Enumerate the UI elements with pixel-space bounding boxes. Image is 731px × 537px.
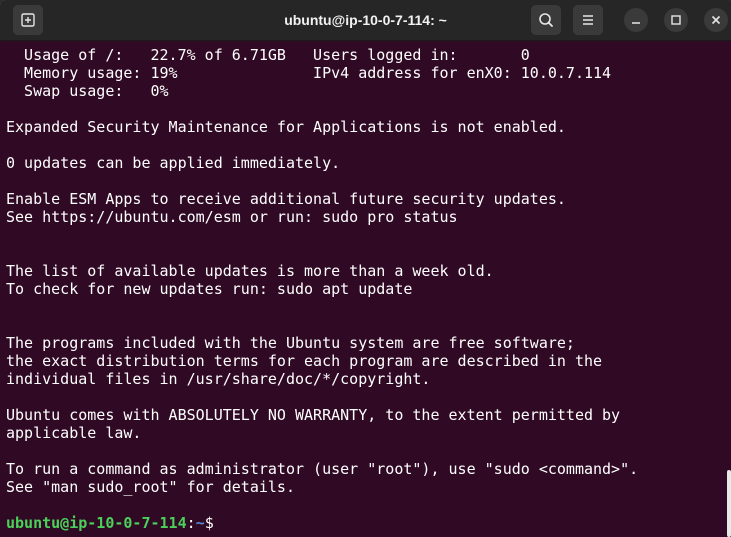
prompt-separator: : (186, 514, 196, 532)
terminal-window: ubuntu@ip-10-0-7-114: ~ Usage of /: 22.7… (0, 0, 731, 537)
terminal-line: To run a command as administrator (user … (6, 460, 639, 478)
prompt-user-host: ubuntu@ip-10-0-7-114 (6, 514, 187, 532)
close-icon (711, 15, 721, 25)
window-title: ubuntu@ip-10-0-7-114: ~ (284, 12, 447, 28)
terminal-line: applicable law. (6, 424, 142, 442)
minimize-button[interactable] (624, 8, 648, 32)
terminal-line: Enable ESM Apps to receive additional fu… (6, 190, 566, 208)
terminal-line: To check for new updates run: sudo apt u… (6, 280, 413, 298)
terminal-line: 0 updates can be applied immediately. (6, 154, 341, 172)
text-cursor (214, 515, 223, 531)
terminal-line: See "man sudo_root" for details. (6, 478, 295, 496)
new-tab-icon (21, 13, 35, 27)
terminal-line: Swap usage: 0% (6, 82, 169, 100)
search-icon (539, 13, 553, 27)
prompt-path: ~ (195, 514, 205, 532)
close-button[interactable] (704, 8, 728, 32)
minimize-icon (632, 22, 640, 24)
terminal-line: See https://ubuntu.com/esm or run: sudo … (6, 208, 458, 226)
terminal-line: the exact distribution terms for each pr… (6, 352, 603, 370)
title-bar: ubuntu@ip-10-0-7-114: ~ (0, 0, 731, 41)
search-button[interactable] (531, 5, 561, 35)
scrollbar-thumb[interactable] (727, 470, 731, 537)
terminal-line: The list of available updates is more th… (6, 262, 494, 280)
shell-prompt-line[interactable]: ubuntu@ip-10-0-7-114:~$ (6, 514, 731, 532)
terminal-line: The programs included with the Ubuntu sy… (6, 334, 575, 352)
menu-button[interactable] (573, 5, 603, 35)
terminal-line: Usage of /: 22.7% of 6.71GB Users logged… (6, 46, 530, 64)
maximize-button[interactable] (664, 8, 688, 32)
prompt-symbol: $ (204, 514, 214, 532)
terminal-line: Expanded Security Maintenance for Applic… (6, 118, 566, 136)
terminal-line: Ubuntu comes with ABSOLUTELY NO WARRANTY… (6, 406, 621, 424)
terminal-output[interactable]: Usage of /: 22.7% of 6.71GB Users logged… (0, 41, 731, 537)
terminal-line: individual files in /usr/share/doc/*/cop… (6, 370, 431, 388)
maximize-icon (671, 15, 681, 25)
terminal-line: Memory usage: 19% IPv4 address for enX0:… (6, 64, 612, 82)
new-tab-button[interactable] (13, 5, 43, 35)
hamburger-menu-icon (583, 15, 593, 25)
